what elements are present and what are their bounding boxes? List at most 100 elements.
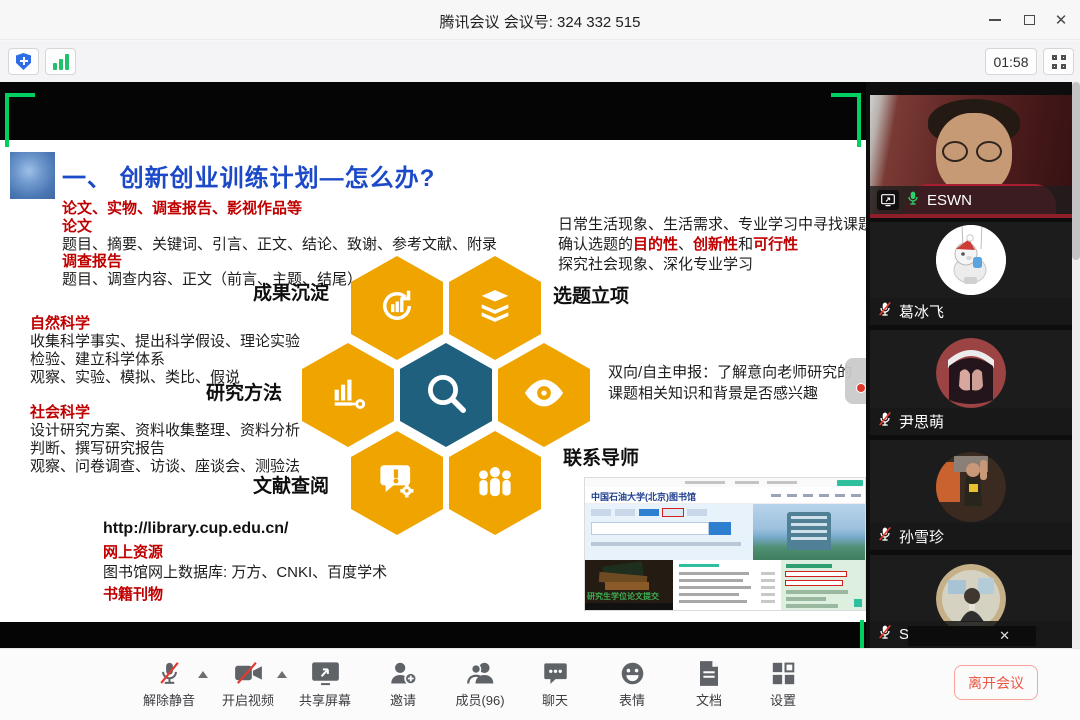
emoji-icon bbox=[596, 657, 668, 689]
globe-image bbox=[10, 152, 55, 199]
members-button[interactable]: 成员(96) bbox=[444, 657, 516, 709]
mic-options-caret[interactable] bbox=[198, 671, 208, 678]
natural-line3: 观察、实验、模拟、类比、假说 bbox=[30, 369, 240, 387]
online-head: 网上资源 bbox=[103, 544, 163, 562]
invite-icon bbox=[367, 657, 439, 689]
participant-tile-eswn[interactable]: ESWN bbox=[870, 95, 1072, 218]
sidebar-collapse-handle[interactable] bbox=[845, 358, 866, 404]
explore-line: 探究社会现象、深化专业学习 bbox=[558, 256, 753, 274]
web-header: 中国石油大学(北京)图书馆 bbox=[585, 487, 865, 504]
start-video-label: 开启视频 bbox=[212, 690, 284, 709]
participant-tile-yinsimeng[interactable]: 尹思萌 bbox=[870, 330, 1072, 435]
web-campus-photo bbox=[753, 504, 865, 560]
books-head: 书籍刊物 bbox=[103, 586, 163, 604]
settings-icon bbox=[747, 657, 819, 689]
share-region-corner-topright bbox=[831, 93, 861, 147]
mic-on-icon bbox=[905, 190, 921, 211]
video-options-caret[interactable] bbox=[277, 671, 287, 678]
web-topbar bbox=[585, 478, 865, 487]
metrics-key-icon bbox=[328, 373, 368, 418]
participant-namebar: 尹思萌 bbox=[870, 408, 1072, 435]
mic-muted-icon bbox=[877, 411, 893, 432]
meeting-security-button[interactable] bbox=[8, 48, 39, 75]
fullscreen-button[interactable] bbox=[1043, 48, 1074, 75]
unmute-button[interactable]: 解除静音 bbox=[133, 657, 205, 709]
mic-muted-icon bbox=[877, 301, 893, 322]
docs-button[interactable]: 文档 bbox=[673, 657, 745, 709]
invite-label: 邀请 bbox=[367, 690, 439, 709]
presentation-slide: 一、 创新创业训练计划—怎么办? 论文、实物、调查报告、影视作品等 论文 题目、… bbox=[0, 140, 866, 622]
web-building bbox=[787, 512, 831, 550]
web-logo-text: 中国石油大学(北京)图书馆 bbox=[591, 490, 696, 503]
decor-shape bbox=[870, 214, 1072, 218]
meeting-toolbar: 解除静音 开启视频 共享屏幕 邀请 成员(96) 聊天 表情 bbox=[0, 648, 1080, 720]
decor-shape bbox=[936, 113, 1012, 195]
mic-muted-icon bbox=[877, 624, 893, 645]
participant-namebar: 孙雪珍 bbox=[870, 523, 1072, 550]
team-icon bbox=[472, 460, 518, 507]
leave-meeting-button[interactable]: 离开会议 bbox=[954, 665, 1038, 700]
hex-results bbox=[351, 256, 443, 360]
social-line3: 观察、问卷调查、访谈、座谈会、测验法 bbox=[30, 458, 300, 476]
participants-sidebar: ESWN 葛冰飞 尹思萌 bbox=[866, 82, 1080, 648]
web-books-caption: 研究生学位论文提交 bbox=[587, 591, 671, 602]
docs-label: 文档 bbox=[673, 690, 745, 709]
web-search-input bbox=[591, 522, 709, 535]
close-button[interactable]: ✕ bbox=[1048, 8, 1074, 32]
notification-toast: ✕ bbox=[908, 626, 1036, 646]
chat-button[interactable]: 聊天 bbox=[519, 657, 591, 709]
tencent-meeting-window: 腾讯会议 会议号: 324 332 515 ✕ 01:58 一、 创新创业训练计… bbox=[0, 0, 1080, 720]
social-line1: 设计研究方案、资料收集整理、资料分析 bbox=[30, 422, 300, 440]
share-region-edge-bottomright bbox=[860, 620, 864, 648]
share-screen-icon bbox=[289, 657, 361, 689]
web-search-tabs bbox=[591, 509, 707, 516]
report-head: 调查报告 bbox=[62, 253, 122, 271]
share-region-corner-topleft bbox=[5, 93, 35, 147]
hex-mentor bbox=[498, 343, 590, 447]
participant-name: 尹思萌 bbox=[899, 411, 944, 432]
online-body: 图书馆网上数据库: 万方、CNKI、百度学术 bbox=[103, 564, 387, 582]
avatar bbox=[936, 225, 1006, 295]
hex-literature bbox=[351, 431, 443, 535]
minimize-button[interactable] bbox=[982, 8, 1008, 32]
participant-tile-partial[interactable]: S ✕ bbox=[870, 555, 1072, 648]
search-icon bbox=[422, 369, 470, 422]
sidebar-scrollbar-thumb[interactable] bbox=[1072, 82, 1080, 260]
invite-button[interactable]: 邀请 bbox=[367, 657, 439, 709]
web-books-image: 研究生学位论文提交 bbox=[585, 560, 673, 610]
share-screen-button[interactable]: 共享屏幕 bbox=[289, 657, 361, 709]
chat-icon bbox=[519, 657, 591, 689]
hex-label-topic: 选题立项 bbox=[553, 288, 629, 306]
participant-namebar: 葛冰飞 bbox=[870, 298, 1072, 325]
close-icon[interactable]: ✕ bbox=[999, 628, 1010, 644]
maximize-button[interactable] bbox=[1016, 8, 1042, 32]
layers-icon bbox=[475, 286, 515, 331]
cycle-chart-icon bbox=[376, 285, 418, 332]
works-line: 论文、实物、调查报告、影视作品等 bbox=[62, 200, 302, 218]
minimize-icon bbox=[989, 19, 1001, 21]
network-status-button[interactable] bbox=[45, 48, 76, 75]
hex-label-literature: 文献查阅 bbox=[253, 478, 329, 496]
participant-tile-sunxuezhen[interactable]: 孙雪珍 bbox=[870, 440, 1072, 550]
discuss-gear-icon bbox=[376, 460, 418, 507]
maximize-icon bbox=[1024, 15, 1035, 25]
titlebar: 腾讯会议 会议号: 324 332 515 ✕ bbox=[0, 0, 1080, 40]
participant-name: ESWN bbox=[927, 192, 972, 209]
share-screen-label: 共享屏幕 bbox=[289, 690, 361, 709]
emoji-label: 表情 bbox=[596, 690, 668, 709]
start-video-button[interactable]: 开启视频 bbox=[212, 657, 284, 709]
participant-namebar: ESWN bbox=[870, 186, 1072, 214]
members-icon bbox=[444, 657, 516, 689]
decor-shape bbox=[976, 141, 1002, 162]
participant-tile-gebingfei[interactable]: 葛冰飞 bbox=[870, 222, 1072, 325]
web-search-panel bbox=[585, 504, 753, 560]
web-search-button bbox=[709, 522, 731, 535]
natural-head: 自然科学 bbox=[30, 315, 90, 333]
emoji-button[interactable]: 表情 bbox=[596, 657, 668, 709]
settings-button[interactable]: 设置 bbox=[747, 657, 819, 709]
camera-off-icon bbox=[212, 657, 284, 689]
chat-label: 聊天 bbox=[519, 690, 591, 709]
members-label: 成员(96) bbox=[444, 690, 516, 709]
participant-name: 葛冰飞 bbox=[899, 301, 944, 322]
network-signal-icon bbox=[53, 54, 69, 70]
